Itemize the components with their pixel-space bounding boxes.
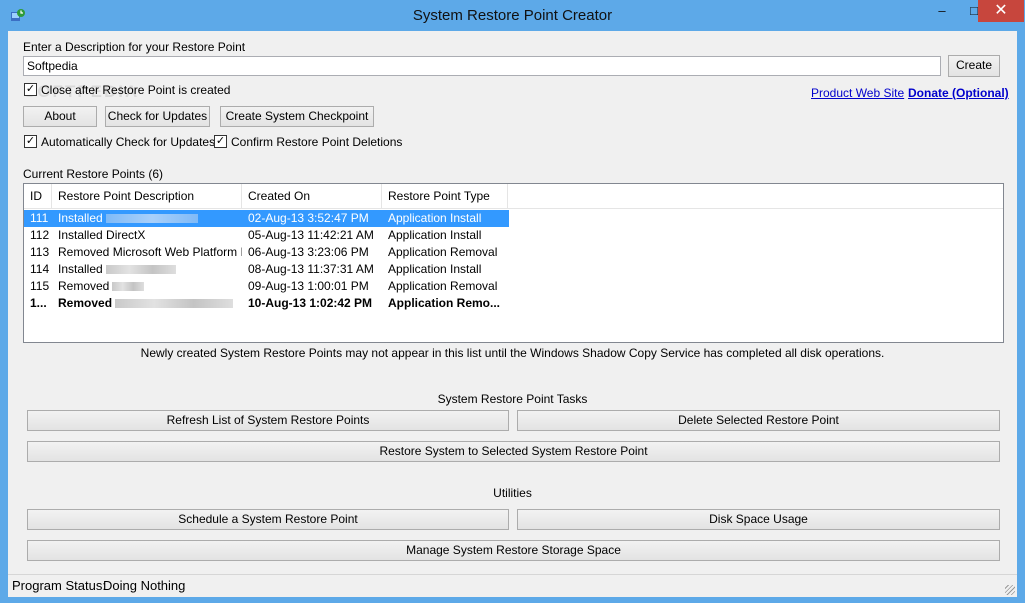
row-created-on: 08-Aug-13 11:37:31 AM bbox=[248, 262, 374, 276]
restore-points-list[interactable]: ID Restore Point Description Created On … bbox=[23, 183, 1004, 343]
row-created-on: 02-Aug-13 3:52:47 PM bbox=[248, 211, 369, 225]
row-description: Removed bbox=[52, 295, 242, 312]
about-button[interactable]: About bbox=[23, 106, 97, 127]
row-id: 111 bbox=[30, 211, 49, 225]
row-description: Installed bbox=[52, 261, 242, 278]
schedule-restore-point-button[interactable]: Schedule a System Restore Point bbox=[27, 509, 509, 530]
row-created-on: 09-Aug-13 1:00:01 PM bbox=[248, 279, 369, 293]
resize-grip-icon[interactable] bbox=[1005, 585, 1015, 595]
redacted-text bbox=[105, 214, 198, 224]
table-row[interactable]: 111 Installed 02-Aug-13 3:52:47 PM Appli… bbox=[24, 210, 509, 227]
table-row[interactable]: 115 Removed 09-Aug-13 1:00:01 PM Applica… bbox=[24, 278, 509, 295]
status-bar: Program Status: Doing Nothing bbox=[8, 574, 1017, 597]
description-input[interactable]: Softpedia bbox=[23, 56, 941, 76]
description-label: Enter a Description for your Restore Poi… bbox=[23, 40, 246, 54]
column-header-created-on[interactable]: Created On bbox=[242, 184, 382, 208]
check-for-updates-button[interactable]: Check for Updates bbox=[105, 106, 210, 127]
minimize-button[interactable]: – bbox=[925, 0, 959, 22]
row-description-text: Removed bbox=[58, 279, 110, 293]
row-type: Application Remo... bbox=[388, 296, 501, 310]
create-system-checkpoint-button[interactable]: Create System Checkpoint bbox=[220, 106, 374, 127]
row-description-text: Removed bbox=[58, 296, 113, 310]
refresh-list-button[interactable]: Refresh List of System Restore Points bbox=[27, 410, 509, 431]
column-header-description[interactable]: Restore Point Description bbox=[52, 184, 242, 208]
list-note: Newly created System Restore Points may … bbox=[140, 346, 885, 360]
row-id: 114 bbox=[30, 262, 50, 276]
column-header-id[interactable]: ID bbox=[24, 184, 52, 208]
restore-system-button[interactable]: Restore System to Selected System Restor… bbox=[27, 441, 1000, 462]
row-created-on: 10-Aug-13 1:02:42 PM bbox=[248, 296, 373, 310]
row-id: 1... bbox=[30, 296, 47, 310]
table-row[interactable]: 114 Installed 08-Aug-13 11:37:31 AM Appl… bbox=[24, 261, 509, 278]
status-label: Program Status: bbox=[12, 578, 106, 593]
column-header-type[interactable]: Restore Point Type bbox=[382, 184, 508, 208]
restore-points-title: Current Restore Points (6) bbox=[23, 167, 164, 181]
row-description-text: Installed bbox=[58, 262, 103, 276]
auto-check-updates-checkbox[interactable]: ✓ bbox=[24, 135, 37, 148]
list-header: ID Restore Point Description Created On … bbox=[24, 184, 1003, 209]
row-description: Removed bbox=[52, 278, 242, 295]
row-created-on: 05-Aug-13 11:42:21 AM bbox=[248, 228, 374, 242]
client-area: SOFTPEDIA Enter a Description for your R… bbox=[8, 31, 1017, 597]
row-type: Application Install bbox=[388, 211, 482, 225]
redacted-text bbox=[115, 299, 234, 309]
create-button[interactable]: Create bbox=[948, 55, 1000, 77]
confirm-deletions-label: Confirm Restore Point Deletions bbox=[231, 135, 403, 149]
row-description: Removed Microsoft Web Platform I... bbox=[58, 245, 242, 259]
app-window: System Restore Point Creator – □ ✕ SOFTP… bbox=[0, 0, 1025, 603]
confirm-deletions-checkbox[interactable]: ✓ bbox=[214, 135, 227, 148]
close-after-label: Close after Restore Point is created bbox=[41, 83, 231, 97]
table-row[interactable]: 113 Removed Microsoft Web Platform I... … bbox=[24, 244, 509, 261]
row-id: 112 bbox=[30, 228, 50, 242]
row-id: 113 bbox=[30, 245, 50, 259]
auto-check-updates-label: Automatically Check for Updates bbox=[41, 135, 216, 149]
status-value: Doing Nothing bbox=[103, 578, 186, 593]
row-description: Installed bbox=[52, 210, 242, 227]
row-type: Application Removal bbox=[388, 279, 498, 293]
manage-storage-button[interactable]: Manage System Restore Storage Space bbox=[27, 540, 1000, 561]
redacted-text bbox=[112, 282, 145, 292]
delete-restore-point-button[interactable]: Delete Selected Restore Point bbox=[517, 410, 1000, 431]
close-after-checkbox[interactable]: ✓ bbox=[24, 83, 37, 96]
row-description: Installed DirectX bbox=[58, 228, 146, 242]
title-bar[interactable]: System Restore Point Creator – □ ✕ bbox=[0, 0, 1025, 32]
table-row[interactable]: 1... Removed 10-Aug-13 1:02:42 PM Applic… bbox=[24, 295, 509, 312]
window-title: System Restore Point Creator bbox=[412, 7, 613, 24]
row-type: Application Install bbox=[388, 228, 482, 242]
close-button[interactable]: ✕ bbox=[978, 0, 1024, 22]
donate-link[interactable]: Donate (Optional) bbox=[908, 86, 1009, 100]
product-web-site-link[interactable]: Product Web Site bbox=[811, 86, 904, 100]
row-type: Application Install bbox=[388, 262, 482, 276]
disk-space-usage-button[interactable]: Disk Space Usage bbox=[517, 509, 1000, 530]
redacted-text bbox=[105, 265, 176, 275]
row-type: Application Removal bbox=[388, 245, 498, 259]
row-created-on: 06-Aug-13 3:23:06 PM bbox=[248, 245, 369, 259]
row-id: 115 bbox=[30, 279, 50, 293]
row-description-text: Installed bbox=[58, 211, 103, 225]
tasks-title: System Restore Point Tasks bbox=[437, 392, 588, 406]
table-row[interactable]: 112 Installed DirectX 05-Aug-13 11:42:21… bbox=[24, 227, 509, 244]
utilities-title: Utilities bbox=[493, 486, 532, 500]
